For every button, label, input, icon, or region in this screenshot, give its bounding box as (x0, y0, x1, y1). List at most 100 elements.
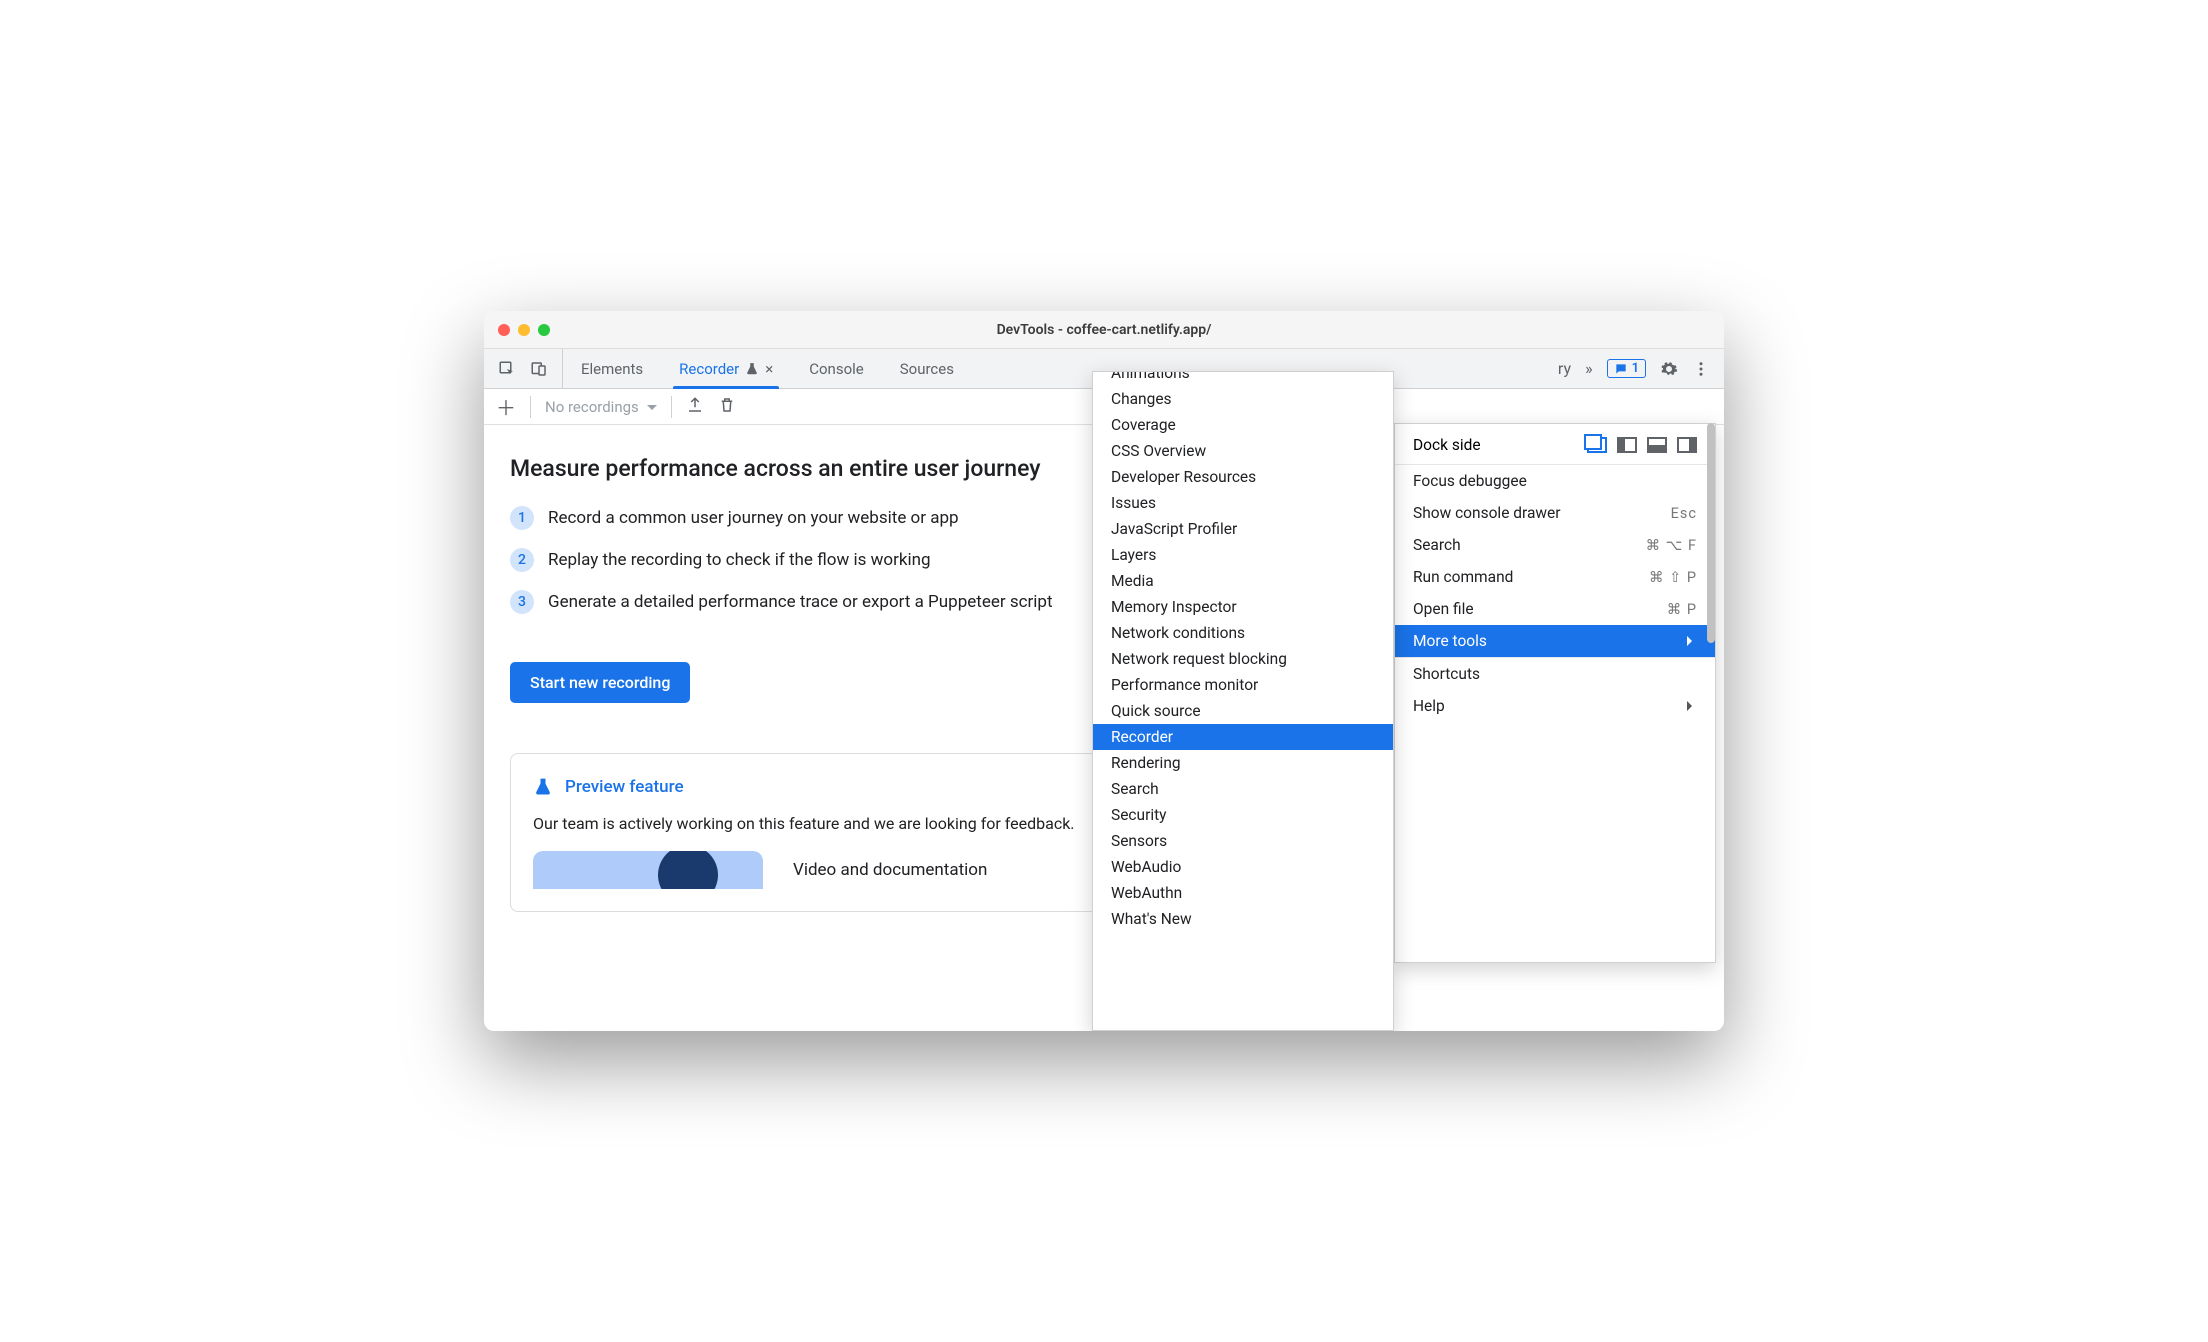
menu-label: More tools (1413, 632, 1487, 650)
dock-bottom-icon[interactable] (1647, 437, 1667, 453)
main-dropdown-menu: Dock side Focus debuggee Show console dr… (1394, 423, 1716, 963)
media-title: Video and documentation (793, 860, 987, 880)
step-number: 2 (510, 548, 534, 572)
menu-item-focus-debuggee[interactable]: Focus debuggee (1395, 465, 1715, 497)
menu-label: Memory Inspector (1111, 598, 1237, 616)
more-tools-item[interactable]: Layers (1093, 542, 1393, 568)
new-recording-icon[interactable]: ＋ (496, 392, 516, 421)
more-tools-item[interactable]: Issues (1093, 490, 1393, 516)
dock-undock-icon[interactable] (1587, 437, 1607, 453)
menu-label: Developer Resources (1111, 468, 1256, 486)
dock-right-icon[interactable] (1677, 437, 1697, 453)
more-tabs-icon[interactable]: » (1585, 359, 1593, 378)
more-tools-item[interactable]: What's New (1093, 906, 1393, 932)
overflow-tab-hint: ry (1558, 359, 1571, 378)
more-tools-item[interactable]: Media (1093, 568, 1393, 594)
more-tools-item[interactable]: JavaScript Profiler (1093, 516, 1393, 542)
menu-label: Search (1111, 780, 1159, 798)
more-tools-item[interactable]: Security (1093, 802, 1393, 828)
tab-label: Elements (581, 360, 643, 378)
menu-item-run-command[interactable]: Run command ⌘ ⇧ P (1395, 561, 1715, 593)
menu-label: Coverage (1111, 416, 1176, 434)
menu-label: Shortcuts (1413, 665, 1480, 683)
menu-item-open-file[interactable]: Open file⌘ P (1395, 593, 1715, 625)
kebab-menu-icon[interactable] (1692, 360, 1710, 378)
menu-label: Issues (1111, 494, 1156, 512)
tab-recorder[interactable]: Recorder × (661, 349, 791, 388)
menu-item-search[interactable]: Search⌘ ⌥ F (1395, 529, 1715, 561)
more-tools-item[interactable]: Quick source (1093, 698, 1393, 724)
menu-label: Recorder (1111, 728, 1173, 746)
more-tools-item[interactable]: Network request blocking (1093, 646, 1393, 672)
menu-label: Layers (1111, 546, 1156, 564)
more-tools-item[interactable]: Recorder (1093, 724, 1393, 750)
settings-icon[interactable] (1660, 360, 1678, 378)
menu-label: Quick source (1111, 702, 1201, 720)
more-tools-item[interactable]: Animations (1093, 371, 1393, 386)
recordings-dropdown[interactable]: No recordings (545, 398, 657, 416)
step-number: 1 (510, 506, 534, 530)
divider (530, 396, 531, 418)
titlebar: DevTools - coffee-cart.netlify.app/ (484, 311, 1724, 349)
issues-badge[interactable]: 1 (1607, 359, 1646, 378)
menu-section-help: Shortcuts Help (1395, 658, 1715, 722)
video-thumbnail[interactable] (533, 851, 763, 889)
menu-label: WebAuthn (1111, 884, 1182, 902)
flask-icon (745, 361, 759, 377)
menu-label: Security (1111, 806, 1167, 824)
device-toggle-icon[interactable] (530, 360, 548, 378)
flask-icon (533, 776, 553, 798)
more-tools-item[interactable]: Search (1093, 776, 1393, 802)
tabs-list: Elements Recorder × Console Sources (563, 349, 972, 388)
menu-label: Changes (1111, 390, 1172, 408)
dock-side-row: Dock side (1395, 424, 1715, 464)
tab-console[interactable]: Console (791, 349, 882, 388)
menu-shortcut: ⌘ P (1667, 601, 1697, 618)
menu-shortcut: Esc (1671, 505, 1697, 522)
more-tools-item[interactable]: Performance monitor (1093, 672, 1393, 698)
inspect-element-icon[interactable] (498, 360, 516, 378)
menu-label: Focus debuggee (1413, 472, 1527, 490)
menu-item-show-console-drawer[interactable]: Show console drawerEsc (1395, 497, 1715, 529)
more-tools-item[interactable]: CSS Overview (1093, 438, 1393, 464)
tab-sources[interactable]: Sources (882, 349, 972, 388)
issues-count: 1 (1632, 361, 1639, 376)
tab-elements[interactable]: Elements (563, 349, 661, 388)
more-tools-submenu: Animations Changes Coverage CSS Overview Dev… (1092, 371, 1394, 1031)
more-tools-item[interactable]: Coverage (1093, 412, 1393, 438)
menu-label: What's New (1111, 910, 1192, 928)
start-recording-button[interactable]: Start new recording (510, 662, 690, 703)
menu-label: Help (1413, 697, 1445, 715)
tab-label: Console (809, 360, 864, 378)
tabbar-right-controls: ry » 1 (1558, 349, 1724, 388)
menu-shortcut: ⌘ ⇧ P (1649, 569, 1697, 586)
more-tools-item[interactable]: Network conditions (1093, 620, 1393, 646)
main-menu-scrollbar[interactable] (1706, 423, 1716, 783)
export-icon[interactable] (686, 396, 704, 418)
dock-left-icon[interactable] (1617, 437, 1637, 453)
tab-label: Recorder (679, 360, 739, 378)
more-tools-item[interactable]: Rendering (1093, 750, 1393, 776)
more-tools-item[interactable]: Sensors (1093, 828, 1393, 854)
more-tools-item[interactable]: Changes (1093, 386, 1393, 412)
menu-label: Network request blocking (1111, 650, 1287, 668)
delete-icon[interactable] (718, 396, 736, 418)
menu-label: Run command (1413, 568, 1513, 586)
step-text: Replay the recording to check if the flo… (548, 550, 931, 570)
menu-label: JavaScript Profiler (1111, 520, 1237, 538)
more-tools-item[interactable]: Developer Resources (1093, 464, 1393, 490)
menu-item-shortcuts[interactable]: Shortcuts (1395, 658, 1715, 690)
preview-title: Preview feature (565, 777, 684, 797)
more-tools-item[interactable]: Memory Inspector (1093, 594, 1393, 620)
dropdown-placeholder: No recordings (545, 398, 639, 416)
more-tools-item[interactable]: WebAudio (1093, 854, 1393, 880)
dock-side-label: Dock side (1413, 436, 1481, 454)
chevron-right-icon (1687, 701, 1697, 711)
message-icon (1614, 362, 1628, 376)
close-tab-icon[interactable]: × (765, 360, 773, 378)
menu-item-help[interactable]: Help (1395, 690, 1715, 722)
tabbar-left-controls (484, 349, 563, 388)
more-tools-item[interactable]: WebAuthn (1093, 880, 1393, 906)
menu-label: CSS Overview (1111, 442, 1206, 460)
menu-item-more-tools[interactable]: More tools (1395, 625, 1715, 657)
